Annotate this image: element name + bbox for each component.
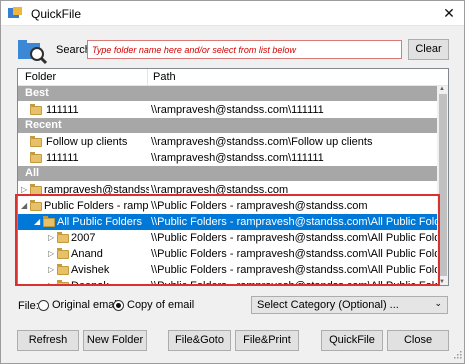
search-input[interactable] bbox=[87, 40, 402, 59]
column-header-folder[interactable]: Folder bbox=[25, 71, 56, 83]
list-header: Folder Path bbox=[18, 69, 448, 86]
list-item[interactable]: 111111 \\rampravesh@standss.com\111111 bbox=[18, 150, 437, 166]
scroll-up-arrow-icon[interactable]: ▲ bbox=[439, 86, 445, 92]
folder-icon bbox=[30, 152, 42, 163]
file-option-label: File: bbox=[18, 300, 39, 312]
folder-search-icon bbox=[18, 40, 47, 65]
resize-grip-icon[interactable] bbox=[452, 351, 462, 361]
close-button[interactable]: Close bbox=[387, 330, 449, 351]
file-goto-button[interactable]: File&Goto bbox=[168, 330, 231, 351]
app-icon bbox=[8, 7, 22, 18]
window-title: QuickFile bbox=[31, 7, 82, 21]
radio-copy-of-email[interactable] bbox=[113, 300, 124, 311]
scrollbar-thumb[interactable] bbox=[439, 94, 447, 276]
folder-icon bbox=[30, 104, 42, 115]
clear-button[interactable]: Clear bbox=[408, 39, 449, 60]
list-item[interactable]: Follow up clients \\rampravesh@standss.c… bbox=[18, 134, 437, 150]
radio-original-email[interactable] bbox=[38, 300, 49, 311]
list-item[interactable]: 111111 \\rampravesh@standss.com\111111 bbox=[18, 102, 437, 118]
group-header-best: Best bbox=[18, 86, 437, 101]
new-folder-button[interactable]: New Folder bbox=[83, 330, 147, 351]
title-bar: QuickFile ✕ bbox=[1, 1, 464, 26]
radio-original-email-label[interactable]: Original email bbox=[52, 299, 119, 311]
column-separator[interactable] bbox=[147, 69, 148, 85]
quickfile-window: QuickFile ✕ Search: Clear Folder Path Be… bbox=[0, 0, 465, 364]
category-dropdown[interactable]: Select Category (Optional) ... ⌄ bbox=[251, 296, 448, 314]
chevron-down-icon: ⌄ bbox=[434, 298, 442, 308]
category-dropdown-value: Select Category (Optional) ... bbox=[257, 299, 399, 311]
radio-copy-of-email-label[interactable]: Copy of email bbox=[127, 299, 194, 311]
quickfile-button[interactable]: QuickFile bbox=[321, 330, 383, 351]
highlight-annotation-box bbox=[15, 194, 440, 286]
column-header-path[interactable]: Path bbox=[153, 71, 176, 83]
file-print-button[interactable]: File&Print bbox=[235, 330, 299, 351]
refresh-button[interactable]: Refresh bbox=[17, 330, 79, 351]
group-header-all: All bbox=[18, 166, 437, 181]
group-header-recent: Recent bbox=[18, 118, 437, 133]
close-window-button[interactable]: ✕ bbox=[434, 1, 464, 26]
folder-icon bbox=[30, 136, 42, 147]
